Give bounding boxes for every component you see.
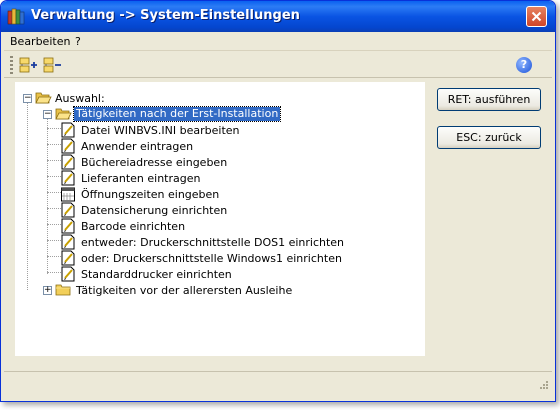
tree-view[interactable]: − Auswahl: − Tätigkeiten nach der Erst-I… bbox=[15, 82, 425, 356]
tree-item-label: Anwender eintragen bbox=[81, 140, 194, 153]
edit-document-icon bbox=[61, 250, 75, 266]
execute-button[interactable]: RET: ausführen bbox=[437, 88, 541, 111]
toolbar-grip[interactable] bbox=[10, 56, 13, 74]
help-icon[interactable]: ? bbox=[516, 57, 532, 73]
tree-expand-icon[interactable] bbox=[19, 56, 39, 74]
edit-document-icon bbox=[61, 202, 75, 218]
folder-open-icon bbox=[35, 92, 52, 104]
tree-item-label: Öffnungszeiten eingeben bbox=[81, 188, 220, 201]
tree-line bbox=[47, 128, 61, 129]
folder-closed-icon bbox=[55, 284, 71, 296]
tree-group-label: Tätigkeiten vor der allerersten Ausleihe bbox=[76, 284, 293, 297]
menu-help[interactable]: ? bbox=[75, 35, 81, 48]
edit-document-icon bbox=[61, 154, 75, 170]
tree-line bbox=[47, 160, 61, 161]
close-icon bbox=[531, 11, 542, 22]
toolbar: ? bbox=[4, 52, 552, 78]
tree-item-label: oder: Druckerschnittstelle Windows1 einr… bbox=[81, 252, 342, 265]
tree-root-label: Auswahl: bbox=[55, 92, 105, 105]
title-bar[interactable]: Verwaltung -> System-Einstellungen bbox=[1, 1, 555, 32]
collapse-toggle[interactable]: − bbox=[23, 94, 32, 103]
menu-bearbeiten[interactable]: Bearbeiten bbox=[10, 35, 70, 48]
tree-line bbox=[27, 100, 28, 290]
edit-document-icon bbox=[61, 138, 75, 154]
close-button[interactable] bbox=[526, 6, 547, 27]
tree-item-label: entweder: Druckerschnittstelle DOS1 einr… bbox=[81, 236, 345, 249]
tree-line bbox=[47, 118, 48, 274]
edit-document-icon bbox=[61, 234, 75, 250]
tree-group-label-selected: Tätigkeiten nach der Erst-Installation bbox=[72, 106, 282, 122]
tree-item-label: Datei WINBVS.INI bearbeiten bbox=[81, 124, 240, 137]
folder-open-icon bbox=[55, 108, 72, 120]
back-button[interactable]: ESC: zurück bbox=[437, 126, 541, 149]
tree-collapse-icon[interactable] bbox=[43, 56, 63, 74]
tree-item-label: Lieferanten eintragen bbox=[81, 172, 201, 185]
resize-grip-icon[interactable] bbox=[537, 380, 549, 392]
collapse-toggle[interactable]: − bbox=[43, 110, 52, 119]
edit-document-icon bbox=[61, 122, 75, 138]
edit-document-icon bbox=[61, 170, 75, 186]
tree-line bbox=[47, 208, 61, 209]
tree-line bbox=[47, 176, 61, 177]
status-bar bbox=[4, 371, 552, 394]
tree-item-label: Datensicherung einrichten bbox=[81, 204, 228, 217]
menu-bar: Bearbeiten ? bbox=[4, 32, 552, 51]
tree-line bbox=[47, 224, 61, 225]
books-icon bbox=[7, 8, 25, 25]
expand-toggle[interactable]: + bbox=[43, 286, 52, 295]
tree-item-label: Barcode einrichten bbox=[81, 220, 186, 233]
tree-line bbox=[47, 192, 61, 193]
tree-item-label: Standarddrucker einrichten bbox=[81, 268, 232, 281]
tree-item-label: Büchereiadresse eingeben bbox=[81, 156, 228, 169]
main-window: Verwaltung -> System-Einstellungen Bearb… bbox=[0, 0, 556, 402]
calendar-icon bbox=[61, 187, 75, 202]
tree-line bbox=[47, 144, 61, 145]
edit-document-icon bbox=[61, 266, 75, 282]
tree-line bbox=[47, 272, 61, 273]
tree-line bbox=[47, 256, 61, 257]
edit-document-icon bbox=[61, 218, 75, 234]
window-title: Verwaltung -> System-Einstellungen bbox=[31, 8, 300, 23]
tree-line bbox=[47, 240, 61, 241]
